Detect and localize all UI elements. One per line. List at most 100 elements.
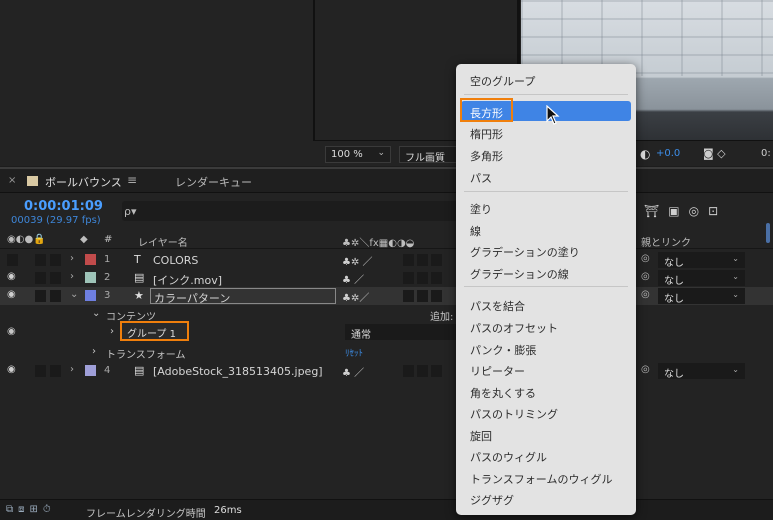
menu-item-gradient-stroke[interactable]: グラデーションの線	[470, 266, 569, 282]
switch-cells[interactable]	[403, 272, 445, 287]
layer-label-color[interactable]	[85, 365, 96, 376]
lock-toggle[interactable]	[50, 254, 61, 266]
transform-group[interactable]: トランスフォーム	[106, 346, 186, 361]
menu-item-zigzag[interactable]: ジグザグ	[470, 492, 514, 508]
layer-switches[interactable]: ♣ ／	[342, 271, 364, 286]
exposure-value[interactable]: +0.0	[656, 148, 680, 159]
chevron-right-icon[interactable]: ›	[70, 253, 74, 264]
menu-item-repeater[interactable]: リピーター	[470, 363, 525, 379]
menu-item-offset-paths[interactable]: パスのオフセット	[470, 320, 558, 336]
layer-switches[interactable]: ♣✲／	[342, 289, 369, 304]
menu-item-rectangle[interactable]: 長方形	[470, 105, 503, 121]
menu-item-fill[interactable]: 塗り	[470, 201, 492, 217]
blend-mode-dropdown[interactable]: 通常	[345, 324, 463, 341]
parent-dropdown[interactable]: なし ⌄	[658, 363, 745, 380]
layer-name-header[interactable]: レイヤー名	[138, 234, 188, 249]
chevron-right-icon[interactable]: ›	[92, 346, 96, 357]
shy-icon[interactable]: ⛩	[644, 204, 659, 218]
pick-whip-icon[interactable]: ◎	[641, 289, 650, 300]
menu-item-round-corners[interactable]: 角を丸くする	[470, 385, 536, 401]
layer-row-selected[interactable]: ◉ ⌄ 3 ★ カラーパターン ♣✲／ ◎ なし ⌄	[0, 287, 773, 305]
layer-label-color[interactable]	[85, 254, 96, 265]
chevron-down-icon[interactable]: ⌄	[92, 308, 100, 319]
layer-row[interactable]: ◉ › 4 ▤ [AdobeStock_318513405.jpeg] ♣ ／ …	[0, 362, 773, 380]
lock-toggle[interactable]	[50, 272, 61, 284]
snapshot-camera-icon[interactable]: ◙ ◇	[703, 147, 726, 160]
menu-item-wiggle-paths[interactable]: パスのウィグル	[470, 449, 547, 465]
modes-icon[interactable]: ⧈	[18, 504, 24, 515]
chevron-right-icon[interactable]: ›	[70, 271, 74, 282]
solo-toggle[interactable]	[35, 290, 46, 302]
menu-item-twist[interactable]: 旋回	[470, 428, 492, 444]
menu-item-wiggle-transform[interactable]: トランスフォームのウィグル	[470, 471, 612, 487]
menu-item-trim-paths[interactable]: パスのトリミング	[470, 406, 558, 422]
eye-icon[interactable]: ◉	[7, 289, 16, 300]
exposure-icon[interactable]: ◐	[640, 147, 650, 161]
layer-label-color[interactable]	[85, 290, 96, 301]
add-menu-label[interactable]: 追加:	[430, 308, 453, 323]
layer-name[interactable]: [インク.mov]	[153, 272, 222, 288]
reset-link[interactable]: ﾘｾｯﾄ	[345, 346, 363, 359]
lock-toggle[interactable]	[50, 365, 61, 377]
layer-label-color[interactable]	[85, 272, 96, 283]
pick-whip-icon[interactable]: ◎	[641, 253, 650, 264]
menu-item-path[interactable]: パス	[470, 170, 492, 186]
solo-toggle[interactable]	[35, 254, 46, 266]
eye-icon[interactable]: ◉	[7, 364, 16, 375]
menu-item-stroke[interactable]: 線	[470, 223, 481, 239]
frame-blend-icon[interactable]: ▣	[668, 204, 679, 218]
chevron-right-icon[interactable]: ›	[70, 364, 74, 375]
layer-switches-icon[interactable]: ⧉	[6, 504, 13, 515]
chevron-right-icon[interactable]: ›	[110, 326, 114, 337]
group-1-highlight[interactable]: グループ 1	[120, 321, 189, 341]
motion-blur-icon[interactable]: ◎	[689, 204, 699, 218]
menu-item-ellipse[interactable]: 楕円形	[470, 126, 503, 142]
video-toggle[interactable]	[7, 254, 18, 266]
layer-row[interactable]: ◉ › 2 ▤ [インク.mov] ♣ ／ ◎ なし ⌄	[0, 269, 773, 287]
menu-item-polystar[interactable]: 多角形	[470, 148, 503, 164]
layer-search-input[interactable]	[122, 201, 458, 221]
tab-composition[interactable]: ボールバウンス	[45, 174, 122, 190]
eye-icon[interactable]: ◉	[7, 326, 16, 337]
parent-dropdown[interactable]: なし ⌄	[658, 252, 745, 269]
parent-dropdown[interactable]: なし ⌄	[658, 270, 745, 287]
graph-editor-icon[interactable]: ⊡	[708, 204, 718, 218]
pick-whip-icon[interactable]: ◎	[641, 271, 650, 282]
tab-render-queue[interactable]: レンダーキュー	[175, 174, 252, 190]
switch-cells[interactable]	[403, 365, 445, 380]
close-icon[interactable]: ×	[8, 175, 16, 186]
render-time-label: フレームレンダリング時間	[86, 509, 206, 520]
current-time[interactable]: 0:00:01:09	[24, 199, 103, 214]
lock-toggle[interactable]	[50, 290, 61, 302]
zoom-dropdown[interactable]: 100 % ⌄	[325, 146, 391, 163]
switch-cells[interactable]	[403, 290, 445, 305]
chevron-down-icon[interactable]: ⌄	[70, 289, 78, 300]
switch-cells[interactable]	[403, 254, 445, 269]
menu-item-pucker-bloat[interactable]: パンク・膨張	[470, 342, 536, 358]
layer-switches[interactable]: ♣✲ ／	[342, 253, 373, 268]
number-column-icon: #	[104, 234, 113, 245]
pick-whip-icon[interactable]: ◎	[641, 364, 650, 375]
layer-name[interactable]: [AdobeStock_318513405.jpeg]	[153, 365, 323, 378]
layer-row[interactable]: › 1 T COLORS ♣✲ ／ ◎ なし ⌄	[0, 251, 773, 269]
menu-item-empty-group[interactable]: 空のグループ	[470, 73, 535, 89]
menu-item-gradient-fill[interactable]: グラデーションの塗り	[470, 244, 580, 260]
scrollbar-handle[interactable]	[766, 223, 770, 243]
resolution-dropdown[interactable]: フル画質	[399, 146, 461, 164]
layer-name[interactable]: COLORS	[153, 254, 198, 267]
group-1-label[interactable]: グループ 1	[127, 325, 176, 340]
layer-name-edit[interactable]: カラーパターン	[150, 288, 336, 305]
panel-tabs: × ボールバウンス ≡ レンダーキュー	[0, 169, 773, 193]
menu-item-merge-paths[interactable]: パスを結合	[470, 298, 525, 314]
render-time-icon[interactable]: ⏱	[43, 504, 51, 515]
panel-menu-icon[interactable]: ≡	[127, 173, 137, 187]
solo-toggle[interactable]	[35, 272, 46, 284]
menu-separator	[464, 191, 628, 192]
eye-icon[interactable]: ◉	[7, 271, 16, 282]
parent-dropdown[interactable]: なし ⌄	[658, 288, 745, 305]
chevron-down-icon: ⌄	[732, 272, 739, 281]
solo-toggle[interactable]	[35, 365, 46, 377]
layer-switches[interactable]: ♣ ／	[342, 364, 364, 379]
search-icon[interactable]: ρ▾	[124, 205, 137, 218]
in-out-icon[interactable]: ⊞	[30, 504, 38, 515]
